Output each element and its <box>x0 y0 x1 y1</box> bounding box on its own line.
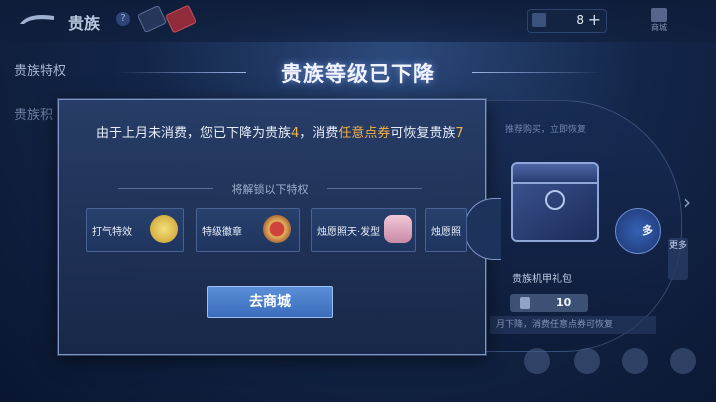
chevron-right-icon[interactable]: › <box>683 190 691 214</box>
perk-label: 打气特效 <box>92 227 132 238</box>
back-icon[interactable] <box>18 10 58 30</box>
subtitle-divider-right <box>327 188 422 189</box>
sidebar-item-noble-points[interactable]: 贵族积 <box>14 104 53 123</box>
dialog-title: 贵族等级已下降 <box>281 61 435 86</box>
perk-label: 特级徽章 <box>202 227 242 238</box>
pack-name: 贵族机甲礼包 <box>512 274 572 285</box>
nav-icon-4[interactable] <box>670 348 696 374</box>
message-text: 由于上月未消费，您已下降为贵族 <box>96 126 292 141</box>
message-text: ，消费 <box>299 126 339 141</box>
top-bar: 贵族 ? 8 + 商城 <box>0 0 716 42</box>
price-value: 10 <box>556 296 572 309</box>
badge-icon <box>263 215 291 243</box>
hairstyle-portrait-icon <box>384 215 412 243</box>
unlock-heading: 将解锁以下特权 <box>231 183 309 196</box>
shop-icon <box>651 8 667 22</box>
perk-label: 烛愿照天·发型 <box>317 227 381 238</box>
downgrade-message: 由于上月未消费，您已下降为贵族4，消费任意点券可恢复贵族7 <box>96 124 466 143</box>
restore-level: 7 <box>455 126 464 141</box>
bubble-label: 多 <box>642 224 653 237</box>
fist-emblem-icon <box>150 215 178 243</box>
perk-card[interactable]: 打气特效 <box>86 208 184 252</box>
nav-icon-1[interactable] <box>524 348 550 374</box>
more-button[interactable]: 更多 <box>668 238 688 280</box>
restore-hint-strip: 月下降，消费任意点券可恢复 <box>490 316 656 334</box>
currency-name: 任意点券 <box>338 126 391 141</box>
perk-card[interactable]: 特级徽章 <box>196 208 300 252</box>
more-packs-bubble[interactable]: 多 <box>615 208 661 254</box>
nav-icon-2[interactable] <box>574 348 600 374</box>
page-title: 贵族 <box>68 14 101 33</box>
perk-card[interactable]: 烛愿照 <box>425 208 467 252</box>
add-currency-button[interactable]: + <box>588 10 601 29</box>
go-to-shop-button[interactable]: 去商城 <box>207 286 333 318</box>
perk-card[interactable]: 烛愿照天·发型 <box>311 208 416 252</box>
shop-label: 商城 <box>651 23 667 32</box>
message-text: 可恢复贵族 <box>390 126 456 141</box>
red-ticket-icon[interactable] <box>164 4 198 34</box>
chest-emblem-icon <box>545 190 565 210</box>
currency-value: 8 <box>576 13 584 27</box>
coupon-icon <box>532 13 546 27</box>
perk-label: 烛愿照 <box>431 227 461 238</box>
coupon-icon <box>520 297 530 309</box>
ticket-icon[interactable] <box>136 4 168 34</box>
recommend-header: 推荐购买，立即恢复 <box>505 125 587 135</box>
price-tag[interactable]: 10 <box>510 294 588 312</box>
shop-button[interactable]: 商城 <box>648 8 670 34</box>
help-icon[interactable]: ? <box>116 12 130 26</box>
currency-display: 8 + <box>527 9 607 33</box>
nav-icon-3[interactable] <box>622 348 648 374</box>
